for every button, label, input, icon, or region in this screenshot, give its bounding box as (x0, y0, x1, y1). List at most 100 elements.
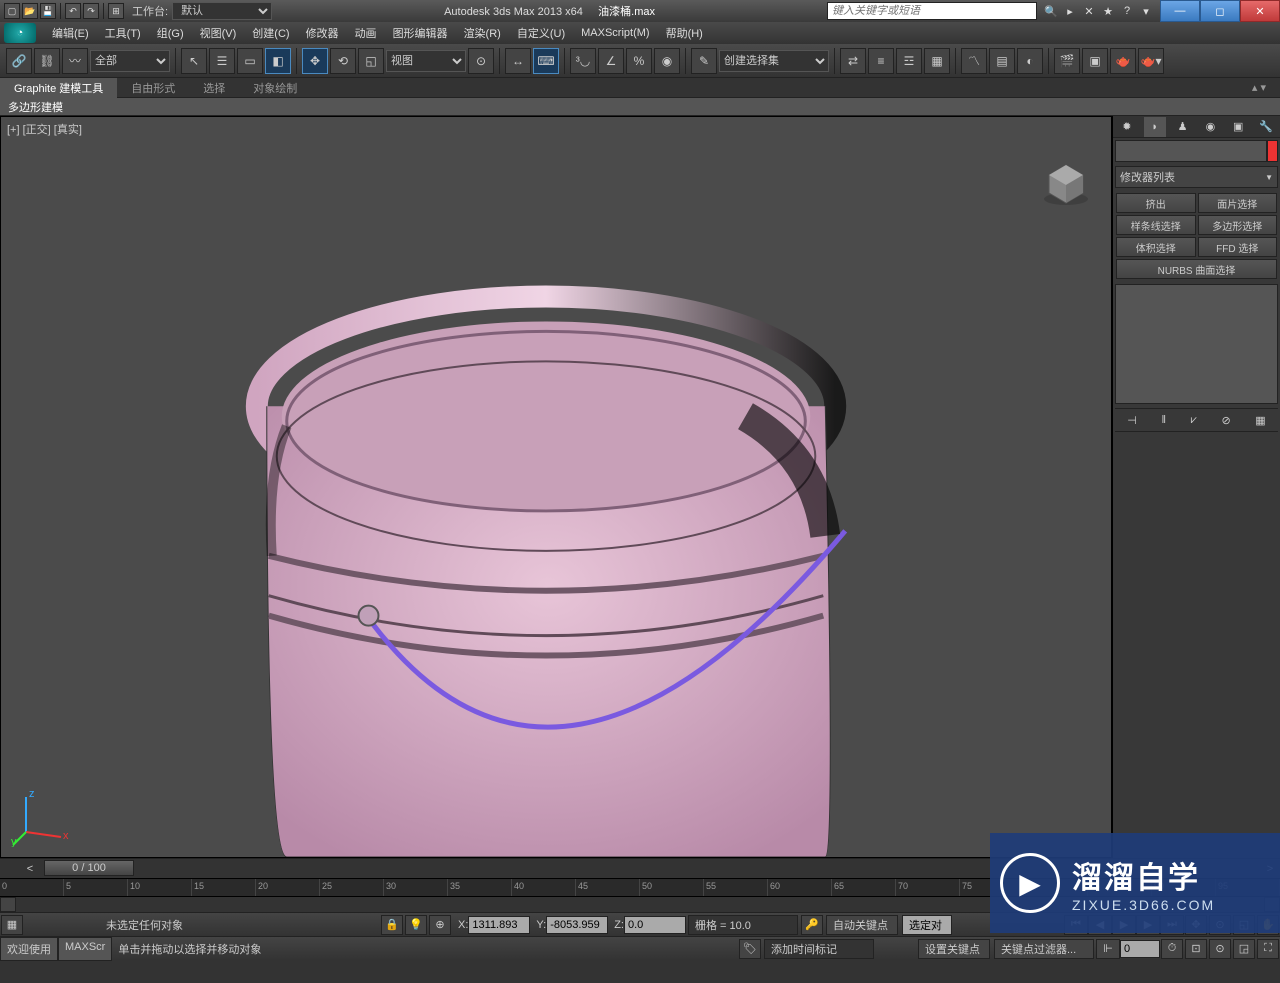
object-name-input[interactable] (1115, 140, 1267, 162)
ribbon-panel-label[interactable]: 多边形建模 (0, 98, 1280, 116)
curve-editor-icon[interactable]: 〽 (961, 48, 987, 74)
modifier-stack[interactable] (1115, 284, 1278, 404)
open-icon[interactable]: 📂 (22, 3, 38, 19)
keyboard-shortcut-icon[interactable]: ⌨ (533, 48, 559, 74)
mod-btn-poly-select[interactable]: 多边形选择 (1198, 215, 1278, 235)
app-menu-icon[interactable]: ◔ (4, 23, 36, 43)
maximize-button[interactable]: ◻ (1200, 0, 1240, 22)
motion-tab-icon[interactable]: ◉ (1199, 117, 1221, 137)
undo-icon[interactable]: ↶ (65, 3, 81, 19)
link-icon[interactable]: 🔗 (6, 48, 32, 74)
menu-group[interactable]: 组(G) (149, 22, 192, 44)
mod-btn-vol-select[interactable]: 体积选择 (1116, 237, 1196, 257)
bind-spacewarp-icon[interactable]: 〰 (62, 48, 88, 74)
pin-stack-icon[interactable]: ⊣ (1127, 414, 1137, 427)
scale-icon[interactable]: ◱ (358, 48, 384, 74)
modify-tab-icon[interactable]: ◗ (1144, 117, 1166, 137)
ribbon-expand-icon[interactable]: ▴ ▾ (1238, 78, 1280, 98)
nav-6-icon[interactable]: ⊙ (1209, 939, 1231, 959)
timeline-lock-icon[interactable]: < (20, 863, 40, 875)
time-config-icon[interactable]: ⏱ (1161, 939, 1183, 959)
percent-snap-icon[interactable]: % (626, 48, 652, 74)
ref-coord-select[interactable]: 视图 (386, 50, 466, 72)
menu-graph-editors[interactable]: 图形编辑器 (385, 22, 456, 44)
mirror-icon[interactable]: ⇄ (840, 48, 866, 74)
layer-manager-icon[interactable]: ▦ (924, 48, 950, 74)
welcome-tab[interactable]: 欢迎使用 (0, 937, 58, 961)
key-filters-button[interactable]: 关键点过滤器... (994, 939, 1094, 959)
mod-btn-nurbs-select[interactable]: NURBS 曲面选择 (1116, 259, 1277, 279)
nav-8-icon[interactable]: ⛶ (1257, 939, 1279, 959)
move-icon[interactable]: ✥ (302, 48, 328, 74)
named-sel-edit-icon[interactable]: ✎ (691, 48, 717, 74)
ribbon-tab-freeform[interactable]: 自由形式 (117, 78, 189, 98)
manipulate-icon[interactable]: ↔ (505, 48, 531, 74)
angle-snap-icon[interactable]: ∠ (598, 48, 624, 74)
snap-toggle-icon[interactable]: ³◡ (570, 48, 596, 74)
nav-7-icon[interactable]: ◲ (1233, 939, 1255, 959)
absolute-mode-icon[interactable]: ⊕ (429, 915, 451, 935)
dropdown-icon[interactable]: ▾ (1138, 3, 1154, 19)
redo-icon[interactable]: ↷ (83, 3, 99, 19)
key-icon[interactable]: ▸ (1062, 3, 1078, 19)
material-editor-icon[interactable]: ◐ (1017, 48, 1043, 74)
maxscript-tab[interactable]: MAXScr (58, 937, 112, 961)
object-color-swatch[interactable] (1267, 140, 1278, 162)
schematic-view-icon[interactable]: ▤ (989, 48, 1015, 74)
align-icon[interactable]: ≡ (868, 48, 894, 74)
select-by-name-icon[interactable]: ☰ (209, 48, 235, 74)
remove-modifier-icon[interactable]: ⊘ (1221, 414, 1230, 427)
menu-customize[interactable]: 自定义(U) (509, 22, 573, 44)
hierarchy-tab-icon[interactable]: ♟ (1172, 117, 1194, 137)
set-key-button[interactable]: 设置关键点 (918, 939, 990, 959)
pivot-center-icon[interactable]: ⊙ (468, 48, 494, 74)
utilities-tab-icon[interactable]: 🔧 (1255, 117, 1277, 137)
viewport[interactable]: [+] [正交] [真实] (0, 116, 1112, 858)
spinner-snap-icon[interactable]: ◉ (654, 48, 680, 74)
mod-btn-ffd-select[interactable]: FFD 选择 (1198, 237, 1278, 257)
z-input[interactable] (624, 916, 686, 934)
select-object-icon[interactable]: ↖ (181, 48, 207, 74)
project-icon[interactable]: ⊞ (108, 3, 124, 19)
time-slider[interactable]: 0 / 100 (44, 860, 134, 876)
isolate-icon[interactable]: 💡 (405, 915, 427, 935)
menu-rendering[interactable]: 渲染(R) (456, 22, 509, 44)
key-mode-icon[interactable]: ⊩ (1096, 939, 1120, 959)
window-crossing-toggle-icon[interactable]: ◧ (265, 48, 291, 74)
favorite-icon[interactable]: ★ (1100, 3, 1116, 19)
search-input[interactable] (827, 2, 1037, 20)
menu-tools[interactable]: 工具(T) (97, 22, 149, 44)
mod-btn-extrude[interactable]: 挤出 (1116, 193, 1196, 213)
scroll-left-icon[interactable] (0, 897, 16, 912)
configure-sets-icon[interactable]: ▦ (1255, 414, 1265, 427)
maxscript-mini-icon[interactable]: ▦ (1, 915, 23, 935)
workspace-select[interactable]: 默认 (172, 2, 272, 20)
rotate-icon[interactable]: ⟲ (330, 48, 356, 74)
time-tag-icon[interactable]: 🏷 (739, 939, 761, 959)
x-input[interactable] (468, 916, 530, 934)
selected-label[interactable]: 选定对 (902, 915, 952, 935)
unlink-icon[interactable]: ⛓ (34, 48, 60, 74)
menu-create[interactable]: 创建(C) (244, 22, 297, 44)
modifier-list-dropdown[interactable]: 修改器列表 (1115, 166, 1278, 188)
selection-filter-select[interactable]: 全部 (90, 50, 170, 72)
display-tab-icon[interactable]: ▣ (1227, 117, 1249, 137)
menu-edit[interactable]: 编辑(E) (44, 22, 97, 44)
named-selection-set-select[interactable]: 创建选择集 (719, 50, 829, 72)
make-unique-icon[interactable]: ⩗ (1191, 414, 1197, 427)
auto-key-button[interactable]: 自动关键点 (826, 915, 898, 935)
menu-help[interactable]: 帮助(H) (658, 22, 711, 44)
mod-btn-patch-select[interactable]: 面片选择 (1198, 193, 1278, 213)
minimize-button[interactable]: — (1160, 0, 1200, 22)
help-icon[interactable]: ? (1119, 3, 1135, 19)
menu-modifiers[interactable]: 修改器 (298, 22, 347, 44)
rendered-frame-icon[interactable]: ▣ (1082, 48, 1108, 74)
show-end-result-icon[interactable]: ‖ (1161, 414, 1166, 426)
y-input[interactable] (546, 916, 608, 934)
ribbon-tab-graphite[interactable]: Graphite 建模工具 (0, 78, 117, 98)
menu-maxscript[interactable]: MAXScript(M) (573, 22, 657, 44)
menu-animation[interactable]: 动画 (347, 22, 385, 44)
select-region-rect-icon[interactable]: ▭ (237, 48, 263, 74)
close-button[interactable]: ✕ (1240, 0, 1280, 22)
menu-views[interactable]: 视图(V) (192, 22, 245, 44)
